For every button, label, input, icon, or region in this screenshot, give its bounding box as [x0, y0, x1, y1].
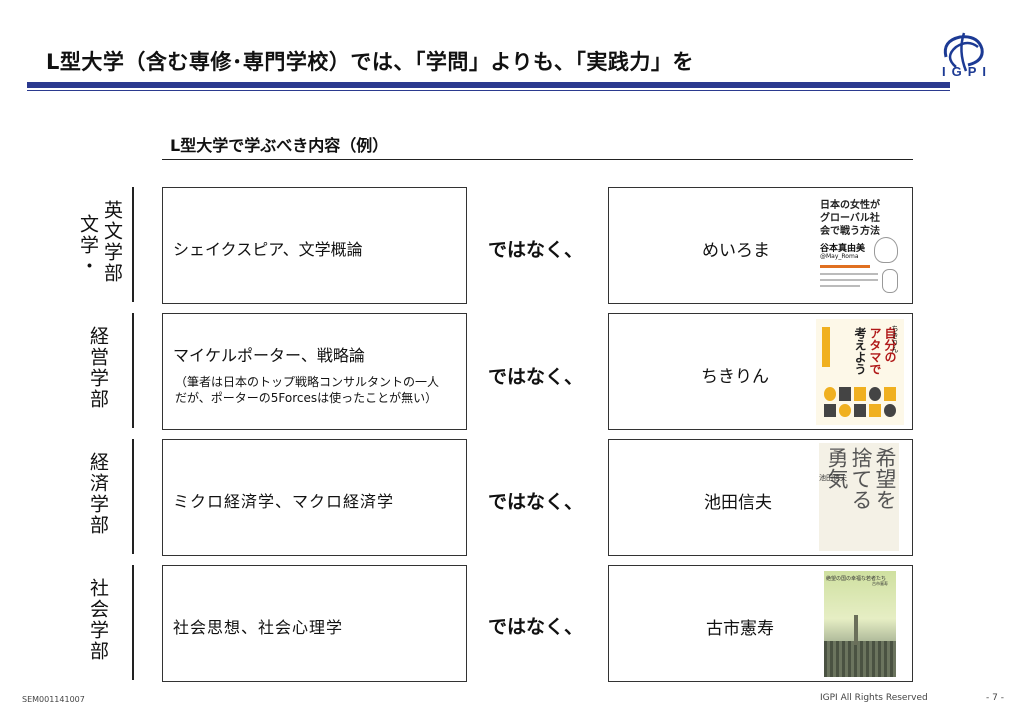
author-box: 古市憲寿 絶望の国の幸福な若者たち 古市憲寿 — [608, 565, 913, 682]
subject-text: シェイクスピア、文学概論 — [173, 240, 363, 259]
author-box: ちきりん 自分の アタマで 考えよう ちきりん — [608, 313, 913, 430]
section-title: L型大学で学ぶべき内容（例） — [170, 136, 389, 155]
author-name: ちきりん — [701, 367, 769, 387]
author-name: 池田信夫 — [704, 493, 772, 513]
book-cover-image: 日本の女性が グローバル社 会で戦う方法 谷本真由美 @May_Roma — [816, 193, 904, 299]
title-rule-thick — [27, 82, 950, 88]
subject-text: ミクロ経済学、マクロ経済学 — [173, 492, 395, 511]
connector-text: ではなく、 — [488, 366, 584, 388]
department-label-col: 英文学部 — [101, 200, 123, 284]
document-id: SEM001141007 — [22, 695, 85, 704]
author-box: 池田信夫 希望を 捨てる 勇気 池田信夫 — [608, 439, 913, 556]
connector-text: ではなく、 — [488, 491, 584, 513]
subject-box: ミクロ経済学、マクロ経済学 — [162, 439, 467, 556]
section-rule — [162, 159, 913, 160]
book-blurb — [820, 285, 860, 287]
subject-note: （筆者は日本のトップ戦略コンサルタントの一人 だが、ポーターの5Forcesは使… — [175, 375, 440, 405]
book-cover-image: 自分の アタマで 考えよう ちきりん — [816, 319, 904, 425]
author-name: 古市憲寿 — [706, 619, 774, 639]
department-divider — [132, 439, 134, 554]
author-box: めいろま 日本の女性が グローバル社 会で戦う方法 谷本真由美 @May_Rom… — [608, 187, 913, 304]
book-title: 希望を 捨てる 勇気 — [825, 447, 897, 510]
book-cover-image: 絶望の国の幸福な若者たち 古市憲寿 — [824, 571, 896, 677]
subject-box: シェイクスピア、文学概論 — [162, 187, 467, 304]
department-label-col: 経営学部 — [87, 326, 109, 410]
department-label: 社会学部 — [68, 578, 128, 662]
book-author: 池田信夫 — [819, 474, 847, 482]
title-rule-thin — [27, 90, 950, 91]
connector-text: ではなく、 — [488, 239, 584, 261]
department-divider — [132, 565, 134, 680]
department-label-col: 社会学部 — [87, 578, 109, 662]
department-label-col: 経済学部 — [87, 452, 109, 536]
connector-text: ではなく、 — [488, 616, 584, 638]
book-author: ちきりん — [891, 325, 899, 353]
department-label: 経営学部 — [68, 326, 128, 410]
book-illustration — [882, 269, 898, 293]
logo-text: IGPI — [942, 64, 993, 79]
page-number: - 7 - — [986, 693, 1004, 703]
department-label: 英文学部 文学・ — [70, 200, 130, 284]
book-band — [822, 327, 830, 367]
book-title: 日本の女性が グローバル社 会で戦う方法 — [820, 200, 880, 237]
subject-box: 社会思想、社会心理学 — [162, 565, 467, 682]
book-blurb — [820, 273, 878, 275]
book-illustration — [874, 237, 898, 263]
book-cityscape — [824, 641, 896, 677]
department-label-col: 文学・ — [77, 214, 99, 277]
book-tower — [854, 615, 858, 645]
book-cover-image: 希望を 捨てる 勇気 池田信夫 — [819, 443, 899, 551]
department-divider — [132, 187, 134, 302]
author-name: めいろま — [702, 241, 770, 261]
book-icons — [824, 387, 896, 417]
slide-title: L型大学（含む専修･専門学校）では、「学問」よりも、「実践力」を — [46, 50, 694, 74]
book-blurb — [820, 279, 878, 281]
subject-text: マイケルポーター、戦略論 — [173, 346, 365, 365]
department-divider — [132, 313, 134, 428]
copyright-text: IGPI All Rights Reserved — [820, 693, 928, 703]
subject-text: 社会思想、社会心理学 — [173, 618, 344, 637]
book-blurb — [820, 265, 870, 268]
book-handle: @May_Roma — [820, 253, 859, 260]
department-label: 経済学部 — [68, 452, 128, 536]
subject-box: マイケルポーター、戦略論 （筆者は日本のトップ戦略コンサルタントの一人 だが、ポ… — [162, 313, 467, 430]
book-author: 古市憲寿 — [872, 581, 888, 586]
